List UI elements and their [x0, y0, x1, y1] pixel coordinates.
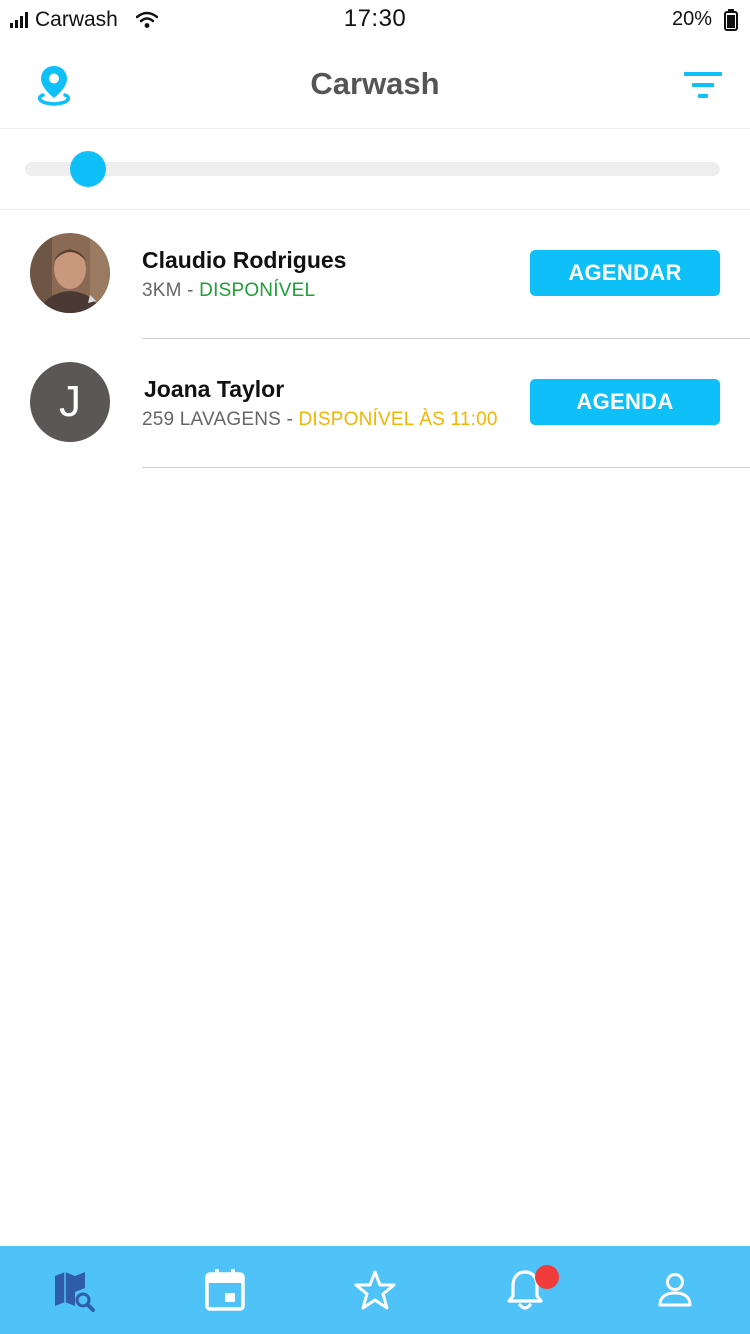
avatar-photo [30, 233, 110, 313]
list-item[interactable]: J Joana Taylor 259 LAVAGENS - DISPONÍVEL… [0, 339, 750, 468]
slider-thumb[interactable] [69, 151, 106, 187]
status-available: DISPONÍVEL [199, 280, 316, 301]
meta-separator: - [181, 280, 200, 301]
distance-slider [0, 129, 750, 210]
tab-favorites[interactable] [300, 1246, 450, 1334]
status-right: 20% [672, 8, 738, 31]
avatar [30, 233, 110, 313]
avatar: J [30, 362, 110, 442]
tab-map[interactable] [0, 1246, 150, 1334]
status-bar: Carwash 17:30 20% [0, 0, 750, 40]
page-title: Carwash [310, 66, 440, 101]
status-available-at: DISPONÍVEL ÀS 11:00 [298, 409, 498, 430]
profile-icon [658, 1273, 692, 1307]
schedule-button[interactable]: AGENDA [530, 379, 720, 425]
divider [142, 467, 750, 468]
map-search-icon [55, 1272, 95, 1312]
washer-meta: 3KM - DISPONÍVEL [142, 280, 315, 302]
filter-icon[interactable] [684, 72, 722, 100]
tab-notifications[interactable] [450, 1246, 600, 1334]
star-icon [354, 1270, 396, 1310]
status-time: 17:30 [343, 5, 407, 32]
meta-separator: - [281, 409, 299, 430]
washer-wash-count: 259 LAVAGENS [142, 409, 281, 430]
washer-list: Claudio Rodrigues 3KM - DISPONÍVEL AGEND… [0, 210, 750, 468]
tab-profile[interactable] [600, 1246, 750, 1334]
list-item[interactable]: Claudio Rodrigues 3KM - DISPONÍVEL AGEND… [0, 210, 750, 339]
slider-track[interactable] [25, 162, 720, 176]
tab-calendar[interactable] [150, 1246, 300, 1334]
battery-percent: 20% [671, 8, 712, 30]
calendar-icon [205, 1269, 245, 1311]
washer-distance: 3KM [142, 280, 182, 301]
washer-meta: 259 LAVAGENS - DISPONÍVEL ÀS 11:00 [142, 409, 498, 431]
washer-name: Joana Taylor [144, 376, 285, 402]
nav-bar: Carwash [0, 40, 750, 129]
washer-name: Claudio Rodrigues [142, 247, 347, 273]
battery-icon [724, 8, 738, 31]
notification-badge [535, 1265, 559, 1289]
tab-bar [0, 1246, 750, 1334]
schedule-button[interactable]: AGENDAR [530, 250, 720, 296]
